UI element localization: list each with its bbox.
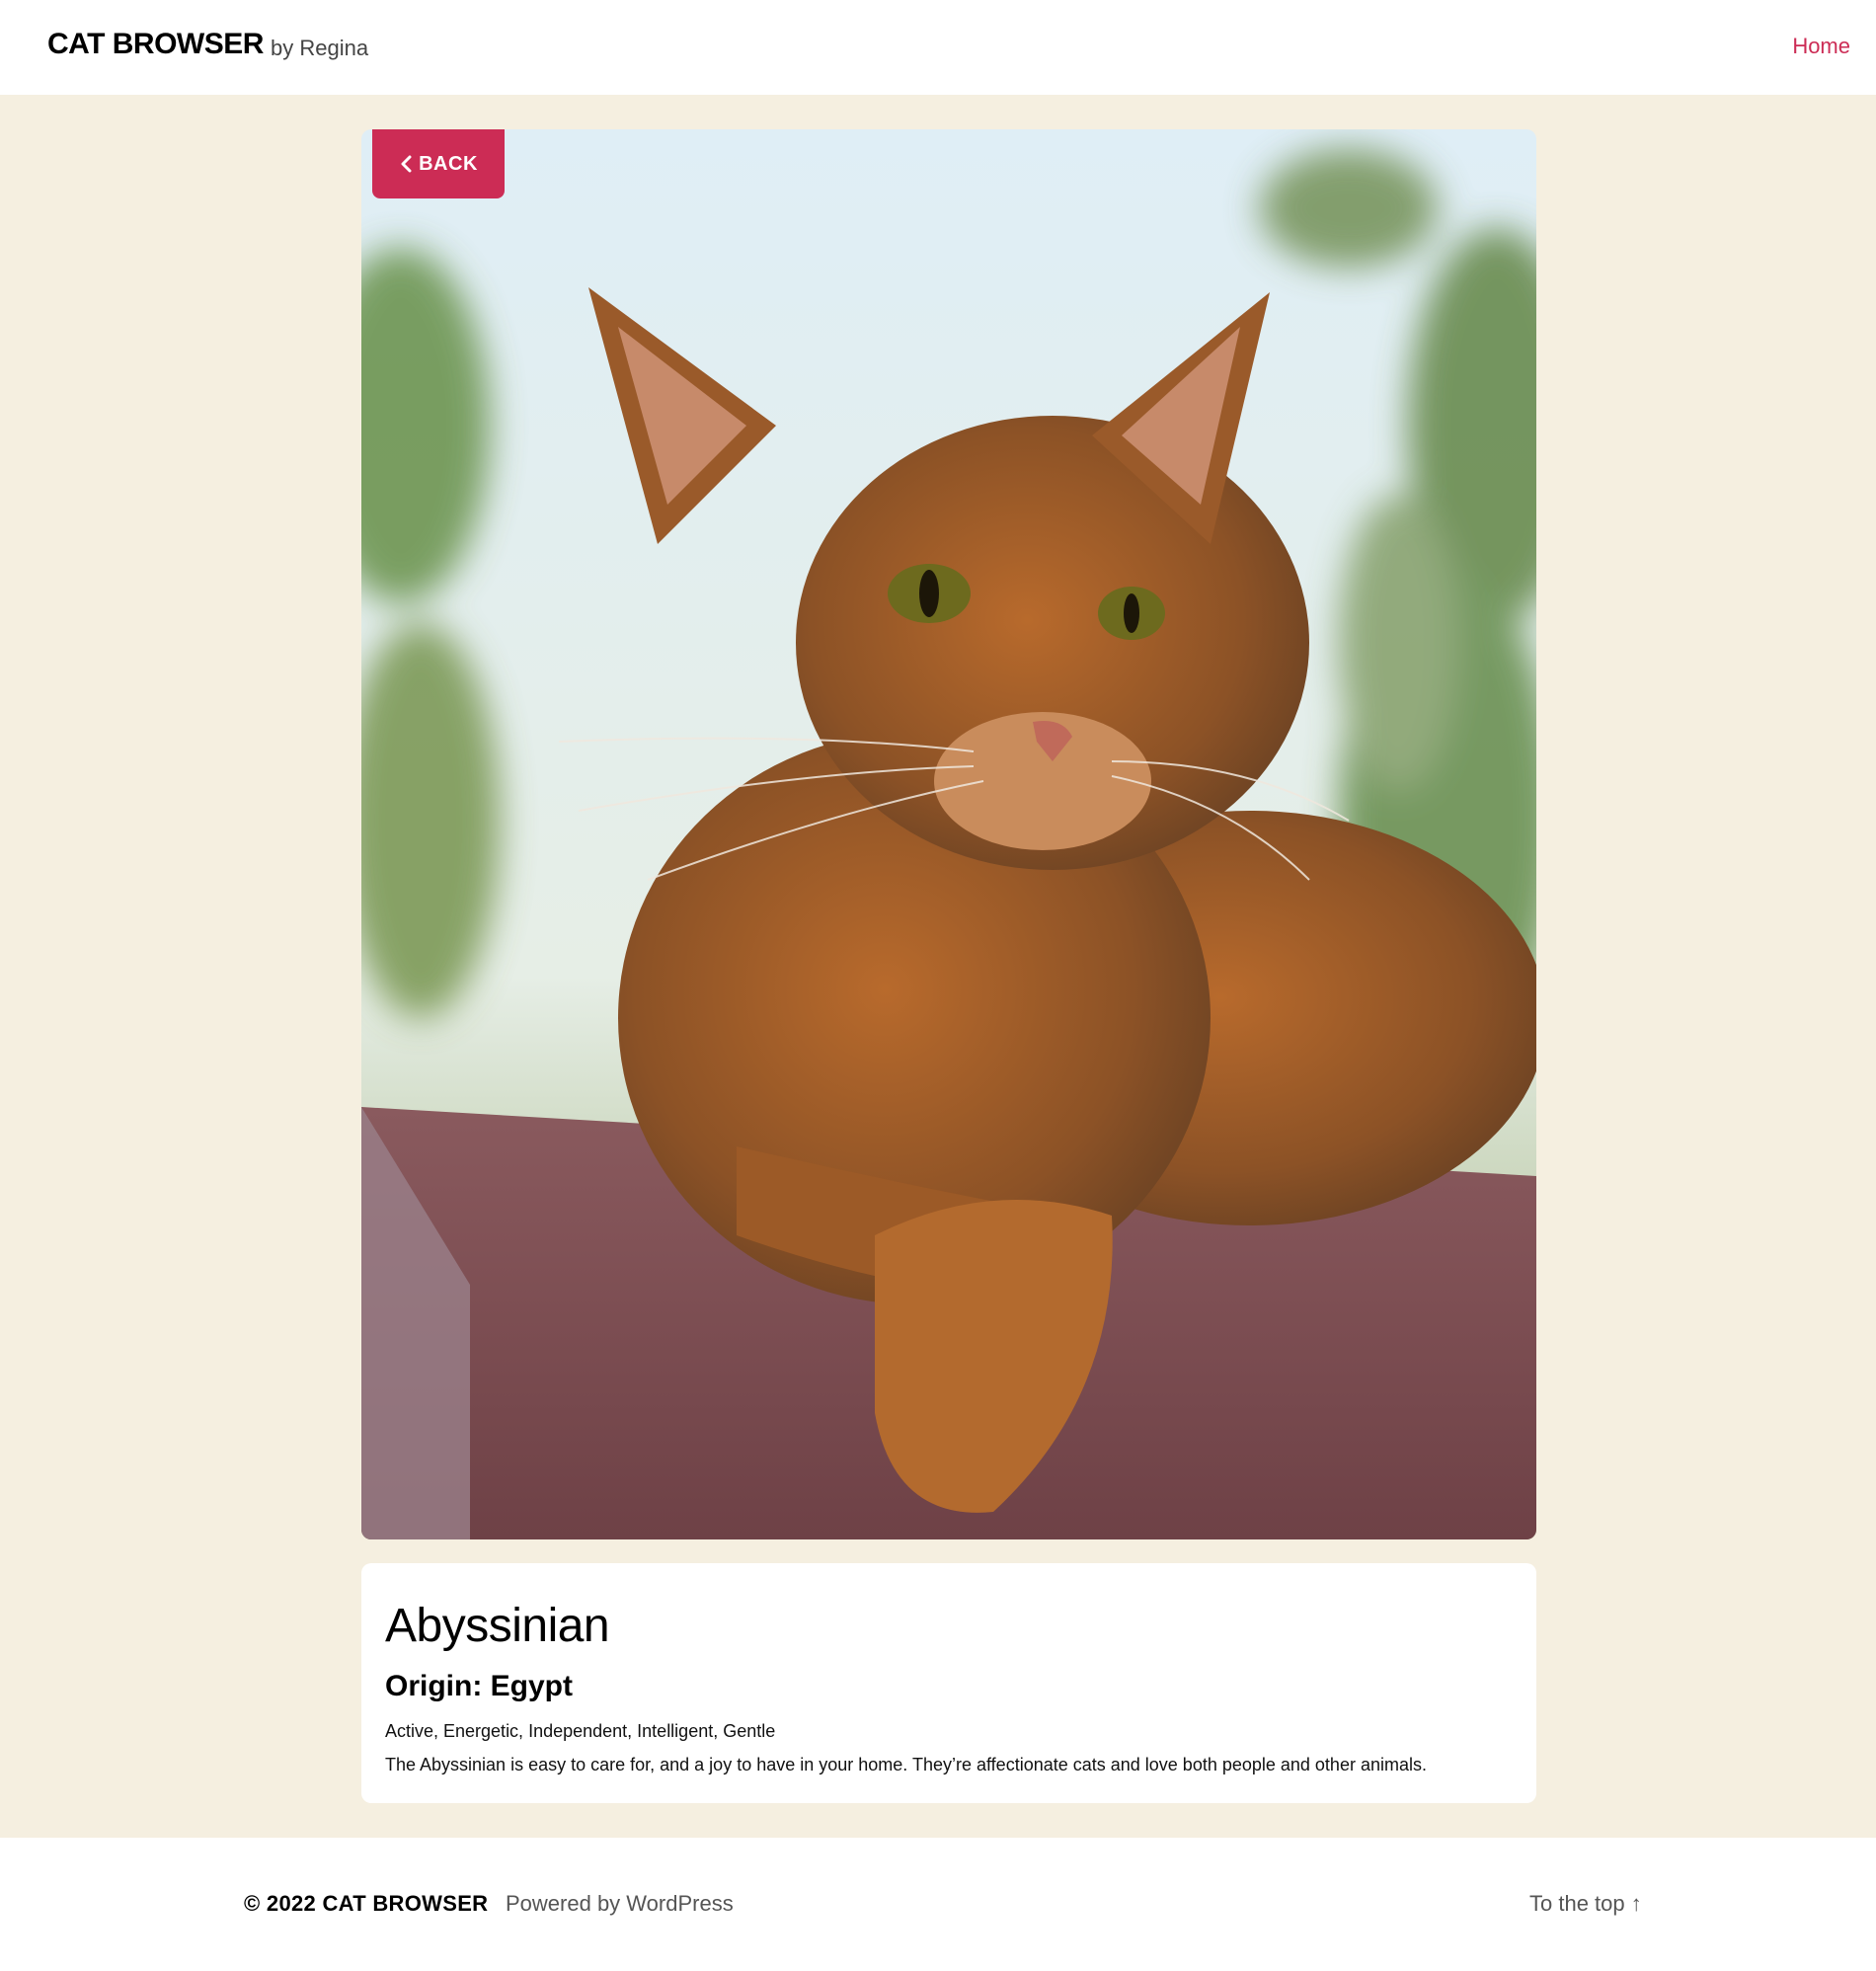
powered-by-link[interactable]: Powered by WordPress <box>506 1891 734 1917</box>
main-content: BACK Abyssinian Origin: Egypt Active, En… <box>0 95 1876 1838</box>
back-button-label: BACK <box>419 152 478 175</box>
cat-photo <box>361 129 1536 1539</box>
site-footer: © 2022 CAT BROWSER Powered by WordPress … <box>0 1838 1876 1971</box>
site-title[interactable]: CAT BROWSER <box>47 28 264 61</box>
breed-temperament: Active, Energetic, Independent, Intellig… <box>385 1721 776 1741</box>
breed-description: The Abyssinian is easy to care for, and … <box>385 1755 1427 1774</box>
nav-home-link[interactable]: Home <box>1792 34 1850 59</box>
chevron-left-icon <box>401 155 412 173</box>
breed-origin: Origin: Egypt <box>385 1670 573 1702</box>
to-the-top-link[interactable]: To the top ↑ <box>1529 1891 1642 1917</box>
breed-name: Abyssinian <box>385 1600 610 1652</box>
footer-copyright: © 2022 CAT BROWSER <box>244 1891 489 1916</box>
cat-photo-illustration <box>361 129 1536 1539</box>
back-button[interactable]: BACK <box>372 129 505 198</box>
site-description: by Regina <box>271 36 369 60</box>
site-header: CAT BROWSER by Regina Home <box>0 0 1876 95</box>
breed-info-card: Abyssinian Origin: Egypt Active, Energet… <box>361 1563 1536 1803</box>
